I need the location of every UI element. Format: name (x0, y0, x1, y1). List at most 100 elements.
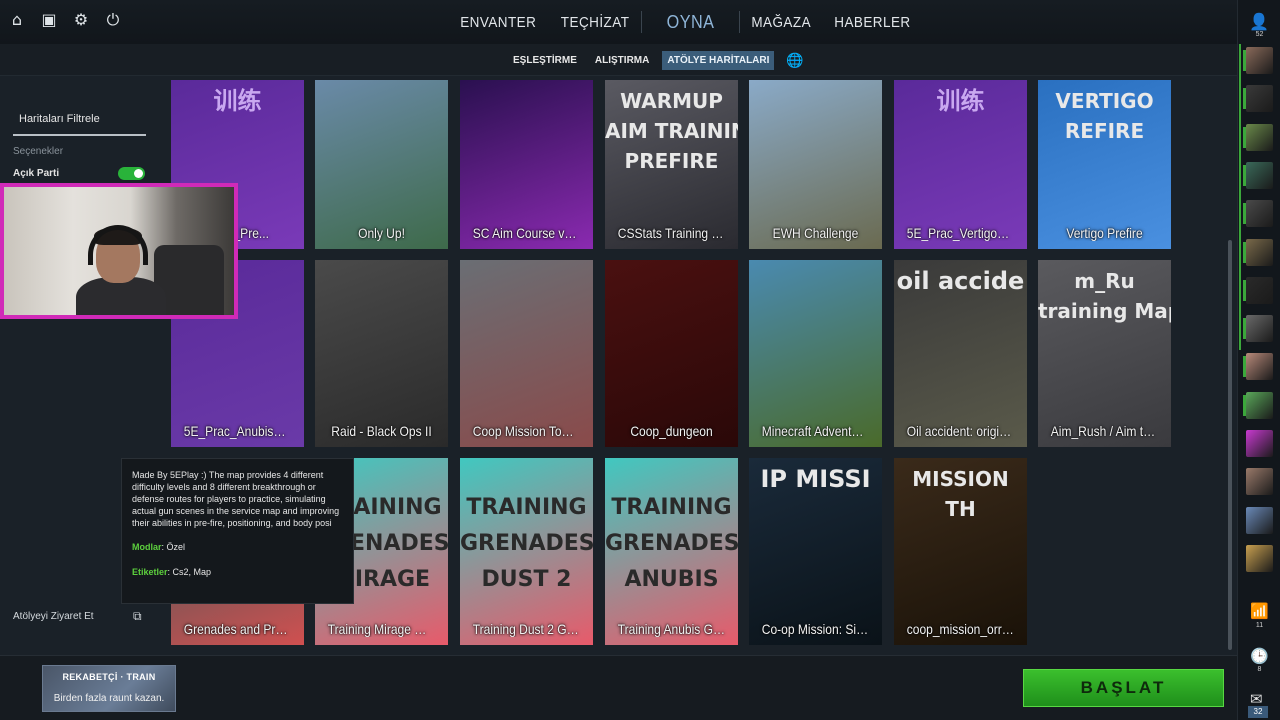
nav-store[interactable]: MAĞAZA (744, 14, 818, 31)
nav-inventory[interactable]: ENVANTER (453, 14, 544, 31)
map-thumbnail-text: MISSION TH (912, 467, 1009, 521)
gear-icon[interactable]: ⚙ (72, 10, 90, 30)
friend-avatar[interactable] (1246, 47, 1273, 74)
friend-avatar[interactable] (1246, 161, 1273, 189)
tooltip-description: Made By 5EPlay :) The map provides 4 dif… (132, 470, 340, 528)
tooltip-tags-key: Etiketler (132, 567, 168, 577)
webcam-overlay (0, 183, 238, 319)
top-bar: ⌂ ▣ ⚙ ⏻ ENVANTER TEÇHİZAT OYNA MAĞAZA HA… (0, 0, 1237, 44)
game-mode-card[interactable]: REKABETÇİ · TRAIN Birden fazla raunt kaz… (42, 665, 176, 712)
nav-divider (640, 11, 642, 33)
map-title: Minecraft Adventures... (761, 423, 873, 439)
map-thumbnail-text: 训练 (936, 87, 985, 115)
tab-workshop-maps[interactable]: ATÖLYE HARİTALARI (662, 51, 775, 70)
friend-avatar[interactable] (1246, 85, 1273, 113)
friend-avatar[interactable] (1246, 200, 1273, 228)
signal-count: 11 (1255, 622, 1264, 629)
map-title: EWH Challenge (772, 225, 859, 241)
map-title: 5E_Prac_Anubis_Pre... (183, 423, 295, 439)
start-button[interactable]: BAŞLAT (1023, 669, 1224, 707)
map-title: Training Anubis Guid... (617, 621, 729, 637)
map-tile[interactable]: EWH Challenge (749, 80, 882, 249)
map-title: Training Dust 2 Guide... (472, 621, 584, 637)
nav-news[interactable]: HABERLER (827, 14, 918, 31)
map-tile[interactable]: Only Up! (315, 80, 448, 249)
map-tile[interactable]: Minecraft Adventures... (749, 260, 882, 447)
map-thumbnail-text: WARMUP AIM TRAININ PREFIRE (605, 89, 738, 173)
map-title: Coop Mission Tower (472, 423, 581, 439)
map-thumbnail-text: 训练 (213, 87, 262, 115)
options-heading: Seçenekler (13, 146, 64, 157)
map-thumbnail (460, 260, 593, 447)
friend-avatar[interactable] (1246, 315, 1273, 343)
map-thumbnail-text: IP MISSI (760, 465, 871, 493)
friend-avatar[interactable] (1246, 468, 1273, 496)
map-thumbnail (315, 260, 448, 447)
nav-divider (738, 11, 740, 33)
map-thumbnail-text: VERTIGO REFIRE (1055, 89, 1154, 143)
signal-icon[interactable]: 📶 (1250, 602, 1269, 620)
tooltip-modes: Modlar: Özel (132, 541, 343, 553)
friend-avatar[interactable] (1246, 353, 1273, 381)
tv-icon[interactable]: ▣ (40, 10, 58, 30)
map-tile[interactable]: Raid - Black Ops II (315, 260, 448, 447)
home-icon[interactable]: ⌂ (8, 10, 26, 30)
friend-avatar[interactable] (1246, 506, 1273, 534)
globe-icon[interactable]: 🌐 (786, 53, 803, 69)
external-link-icon[interactable]: ⧉ (133, 609, 142, 624)
map-tile[interactable]: TRAINING GRENADES DUST 2 Training Dust 2 … (460, 458, 593, 645)
map-thumbnail (460, 80, 593, 249)
friend-avatar[interactable] (1246, 430, 1273, 457)
map-title: coop_mission_orrave... (906, 621, 1018, 637)
nav-loadout[interactable]: TEÇHİZAT (553, 14, 636, 31)
map-title: Training Mirage Guide... (327, 621, 439, 637)
tooltip-tags-value: : Cs2, Map (167, 567, 212, 577)
mode-title: REKABETÇİ · TRAIN (62, 672, 156, 682)
power-icon[interactable]: ⏻ (104, 10, 122, 30)
visit-workshop-link[interactable]: Atölyeyi Ziyaret Et (13, 611, 94, 622)
friend-avatar[interactable] (1246, 238, 1273, 266)
filter-maps-label: Haritaları Filtrele (19, 113, 100, 125)
friend-avatar[interactable] (1246, 391, 1273, 419)
filter-maps-input[interactable]: Haritaları Filtrele (13, 106, 146, 136)
tab-matchmaking[interactable]: EŞLEŞTİRME (508, 51, 582, 70)
map-thumbnail (315, 80, 448, 249)
profile-icon[interactable]: 👤 (1249, 12, 1269, 31)
map-title: Coop_dungeon (630, 423, 713, 439)
map-tile[interactable]: oil accide Oil accident: origins (... (894, 260, 1027, 447)
map-title: Grenades and Prefire... (183, 621, 295, 637)
system-icons: ⌂ ▣ ⚙ ⏻ (8, 10, 122, 30)
mail-count-badge: 32 (1248, 706, 1268, 718)
map-title: Vertigo Prefire (1066, 225, 1143, 241)
map-tile[interactable]: m_Ru training Map Aim_Rush / Aim train... (1038, 260, 1171, 447)
map-tile[interactable]: VERTIGO REFIRE Vertigo Prefire (1038, 80, 1171, 249)
map-tile[interactable]: SC Aim Course v1.0 (460, 80, 593, 249)
map-tile[interactable]: 训练 5E_Prac_Vertigo_Pre... (894, 80, 1027, 249)
map-title: Aim_Rush / Aim train... (1050, 423, 1162, 439)
map-title: Only Up! (358, 225, 405, 241)
map-thumbnail-text: oil accide (896, 267, 1025, 295)
grid-scrollbar[interactable] (1228, 240, 1232, 650)
map-tile[interactable]: Coop_dungeon (605, 260, 738, 447)
main-nav: ENVANTER TEÇHİZAT OYNA MAĞAZA HABERLER (448, 0, 923, 44)
map-tile[interactable]: MISSION TH coop_mission_orrave... (894, 458, 1027, 645)
history-count: 8 (1257, 666, 1262, 673)
sub-bar: EŞLEŞTİRME ALIŞTIRMA ATÖLYE HARİTALARI 🌐 (0, 44, 1237, 76)
map-thumbnail (605, 260, 738, 447)
friend-count: 52 (1255, 31, 1264, 38)
map-tile[interactable]: TRAINING GRENADES ANUBIS Training Anubis … (605, 458, 738, 645)
history-icon[interactable]: 🕒 (1250, 647, 1269, 665)
open-party-label: Açık Parti (13, 168, 60, 179)
map-title: Co-op Mission: Silent... (761, 621, 873, 637)
friend-avatar[interactable] (1246, 544, 1273, 572)
map-tile[interactable]: WARMUP AIM TRAININ PREFIRE CSStats Traini… (605, 80, 738, 249)
map-tile[interactable]: IP MISSI Co-op Mission: Silent... (749, 458, 882, 645)
map-thumbnail-text: TRAINING GRENADES ANUBIS (605, 495, 738, 592)
friend-avatar[interactable] (1246, 123, 1273, 151)
tab-practice[interactable]: ALIŞTIRMA (590, 51, 654, 70)
online-indicator-line (1239, 44, 1241, 350)
map-tile[interactable]: Coop Mission Tower (460, 260, 593, 447)
open-party-toggle[interactable] (118, 167, 145, 180)
friend-avatar[interactable] (1246, 276, 1273, 304)
nav-play[interactable]: OYNA (647, 12, 734, 33)
